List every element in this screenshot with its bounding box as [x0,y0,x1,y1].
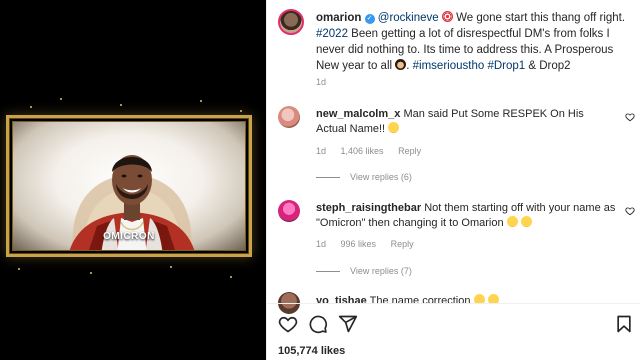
video-frame: OMICRON [6,115,252,257]
verified-badge-icon: ✓ [364,14,375,24]
comment-meta: 1d 996 likes Reply [316,239,426,249]
sparkle [18,268,20,270]
caption-text-part3: & Drop2 [525,60,571,72]
panel-divider [266,0,267,360]
comment-text: The name correction [369,295,471,303]
author-username[interactable]: omarion [316,12,361,24]
view-replies-label: View replies (7) [350,266,412,276]
comment-item: new_malcolm_x Man said Put Some RESPEK O… [316,107,616,137]
comment-username[interactable]: new_malcolm_x [316,108,400,120]
actions-divider [266,303,640,304]
video-still: OMICRON [12,121,246,251]
comment-username[interactable]: yo_tishae [316,295,367,303]
comment-time: 1d [316,239,327,249]
replies-line [316,270,340,272]
reply-button[interactable]: Reply [398,146,421,156]
mention-link[interactable]: @rockineve [378,12,439,24]
comment-username[interactable]: steph_raisingthebar [316,202,421,214]
commenter-avatar[interactable] [278,200,300,222]
replies-line [316,176,340,178]
share-icon[interactable] [338,314,358,334]
sparkle [230,276,232,278]
sparkle [170,266,172,268]
woman-emoji-icon [395,59,407,70]
likes-count[interactable]: 105,774 likes [278,345,345,357]
laughing-emoji-icon [506,216,518,227]
bookmark-icon[interactable] [614,314,634,334]
commenter-avatar[interactable] [278,106,300,128]
laughing-emoji-icon [487,294,499,303]
post-media[interactable]: OMICRON [0,0,266,360]
comment-meta: 1d 1,406 likes Reply [316,146,433,156]
sparkle [240,110,242,112]
comment-like-heart-icon[interactable] [625,206,635,216]
heart-icon[interactable] [278,314,298,334]
laughing-emoji-icon [473,294,485,303]
post-caption: omarion ✓ @rockineve We gone start this … [316,11,626,72]
comment-likes[interactable]: 996 likes [341,239,377,249]
sparkle [90,272,92,274]
caption-text-part1: We gone start this thang off right. [452,12,626,24]
comment-item: steph_raisingthebar Not them starting of… [316,201,616,231]
comment-likes[interactable]: 1,406 likes [341,146,384,156]
hashtags-link[interactable]: #imserioustho #Drop1 [413,60,526,72]
post-time: 1d [316,77,327,87]
comment-like-heart-icon[interactable] [625,112,635,122]
target-emoji-icon [441,11,453,22]
view-replies-label: View replies (6) [350,172,412,182]
reply-button[interactable]: Reply [391,239,414,249]
sparkle [60,98,62,100]
view-replies-button[interactable]: View replies (7) [316,266,412,276]
comment-time: 1d [316,146,327,156]
comment-icon[interactable] [308,314,328,334]
post-timestamp: 1d [316,77,338,87]
hashtag-2022[interactable]: #2022 [316,28,348,40]
sparkle [30,106,32,108]
author-avatar[interactable] [278,9,304,35]
laughing-emoji-icon [388,122,400,133]
sparkle [120,104,122,106]
laughing-emoji-icon [520,216,532,227]
sparkle [200,100,202,102]
view-replies-button[interactable]: View replies (6) [316,172,412,182]
video-caption: OMICRON [103,231,155,242]
comment-item: yo_tishae The name correction [316,294,616,303]
